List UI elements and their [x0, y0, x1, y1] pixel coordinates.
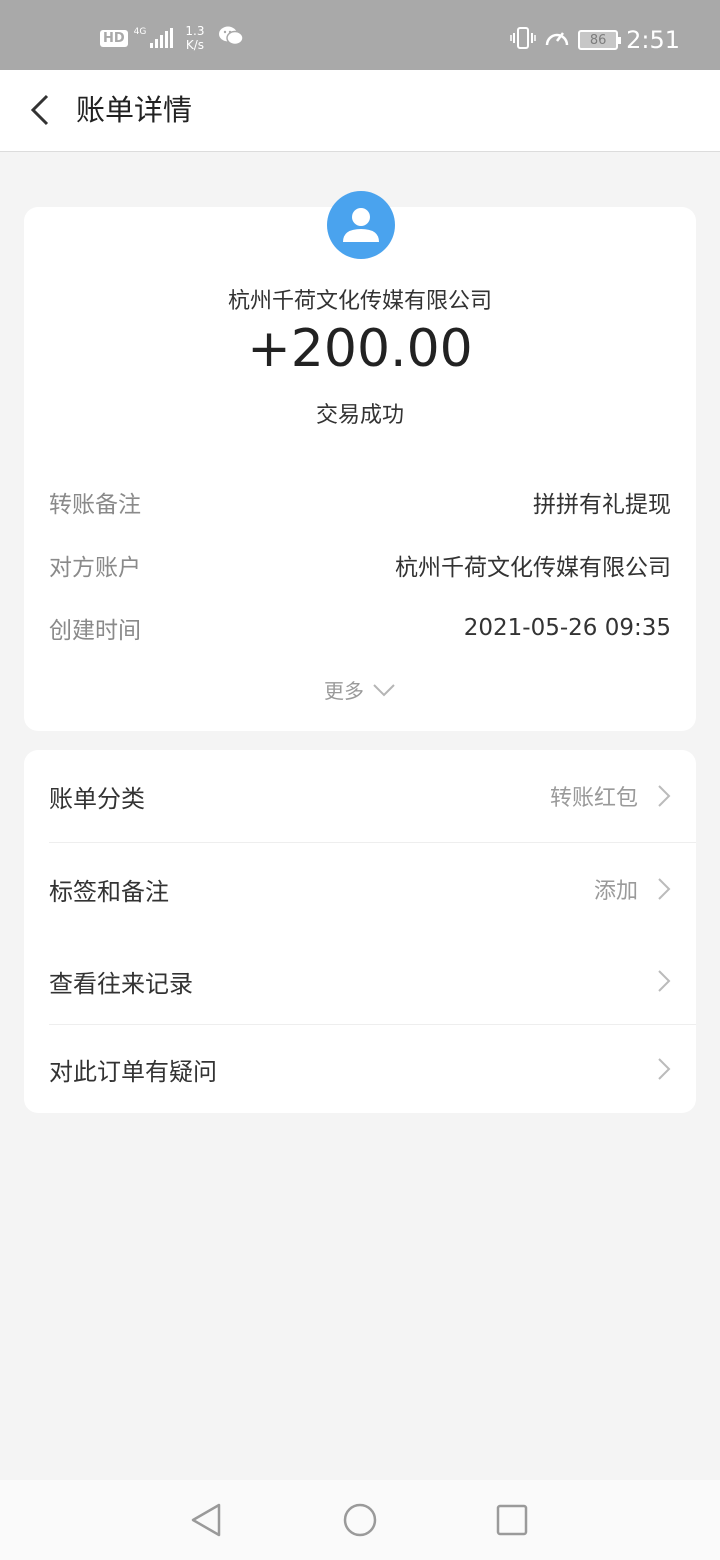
detail-value: 2021-05-26 09:35: [463, 615, 671, 641]
menu-item-history[interactable]: 查看往来记录: [24, 957, 696, 1005]
avatar: [327, 191, 395, 259]
page-title: 账单详情: [76, 93, 193, 127]
network-type: 4G: [133, 27, 147, 37]
clock: 2:51: [626, 26, 680, 54]
more-button[interactable]: 更多: [24, 675, 696, 704]
transaction-status: 交易成功: [315, 403, 404, 428]
battery-icon: 86: [578, 30, 622, 50]
options-card: 账单分类 转账红包 标签和备注 添加 查看往来记录 对此订单有疑问: [24, 750, 696, 1113]
transaction-card: 杭州千荷文化传媒有限公司 +200.00 交易成功 转账备注 拼拼有礼提现 对方…: [24, 191, 696, 731]
speed-value: 1.3: [185, 24, 205, 38]
menu-item-tags[interactable]: 标签和备注 添加: [24, 865, 696, 913]
detail-row-account: 对方账户 杭州千荷文化传媒有限公司: [49, 545, 671, 585]
detail-row-remark: 转账备注 拼拼有礼提现: [49, 482, 671, 522]
menu-label: 标签和备注: [49, 877, 169, 906]
system-nav-bar: [0, 1480, 720, 1560]
nav-back-button[interactable]: [186, 1500, 226, 1540]
menu-label: 对此订单有疑问: [49, 1057, 217, 1086]
status-left: HD 4G 1.3 K/s: [100, 24, 245, 52]
detail-label: 转账备注: [49, 492, 141, 518]
more-label: 更多: [324, 679, 364, 703]
chevron-right-icon: [656, 1056, 672, 1082]
speed-unit: K/s: [185, 38, 204, 52]
app-header: 账单详情: [0, 70, 720, 152]
chevron-right-icon: [656, 876, 672, 902]
detail-value: 杭州千荷文化传媒有限公司: [395, 555, 671, 581]
chevron-left-icon: [30, 94, 49, 126]
menu-item-question[interactable]: 对此订单有疑问: [24, 1045, 696, 1093]
menu-label: 账单分类: [49, 784, 145, 813]
chevron-right-icon: [656, 783, 672, 809]
network-speed: 1.3 K/s: [185, 24, 204, 52]
menu-value: 添加: [593, 879, 638, 904]
chevron-right-icon: [656, 968, 672, 994]
back-button[interactable]: [20, 90, 60, 130]
circle-home-icon: [343, 1503, 377, 1537]
hd-indicator: HD: [100, 29, 128, 47]
user-icon: [343, 208, 379, 242]
wechat-icon: [218, 25, 245, 51]
nav-recents-button[interactable]: [492, 1500, 532, 1540]
menu-item-category[interactable]: 账单分类 转账红包: [24, 772, 696, 820]
payer-name: 杭州千荷文化传媒有限公司: [227, 289, 492, 314]
chevron-down-icon: [373, 683, 395, 696]
divider: [49, 1024, 696, 1025]
detail-row-time: 创建时间 2021-05-26 09:35: [49, 608, 671, 648]
triangle-back-icon: [191, 1503, 221, 1537]
menu-value: 转账红包: [549, 786, 638, 811]
speedometer-icon: [544, 26, 570, 54]
status-right: 86 2:51: [510, 26, 680, 54]
square-recents-icon: [496, 1504, 528, 1536]
status-bar: HD 4G 1.3 K/s 86 2:51: [0, 0, 720, 70]
detail-value: 拼拼有礼提现: [533, 492, 671, 518]
divider: [49, 842, 696, 843]
detail-label: 创建时间: [49, 618, 141, 644]
vibrate-icon: [510, 26, 536, 54]
menu-label: 查看往来记录: [49, 969, 193, 998]
signal-icon: 4G: [134, 28, 174, 48]
nav-home-button[interactable]: [340, 1500, 380, 1540]
detail-label: 对方账户: [49, 555, 141, 581]
transaction-amount: +200.00: [247, 319, 473, 379]
